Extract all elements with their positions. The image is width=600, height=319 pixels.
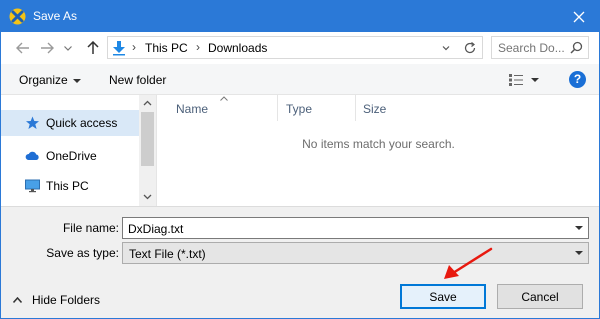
downloads-folder-icon — [113, 41, 125, 56]
nav-item-label: This PC — [46, 179, 89, 193]
chevron-up-icon — [13, 297, 22, 303]
breadcrumb-downloads[interactable]: Downloads — [208, 41, 267, 55]
chevron-down-icon[interactable] — [143, 192, 152, 201]
close-icon — [573, 11, 585, 22]
command-bar: Organize New folder ? — [1, 64, 599, 95]
vertical-scrollbar[interactable] — [139, 95, 156, 206]
column-header-label: Name — [176, 102, 209, 116]
save-as-dialog: Save As › This PC › Downloads Search Do.… — [0, 0, 600, 319]
cloud-icon — [25, 151, 39, 160]
details-view-icon[interactable] — [509, 74, 523, 86]
column-header-label: Size — [363, 102, 387, 116]
nav-item-onedrive[interactable]: OneDrive — [1, 143, 139, 169]
navigation-pane: Quick access OneDrive This PC — [1, 95, 157, 206]
nav-item-quick-access[interactable]: Quick access — [1, 110, 139, 136]
refresh-icon[interactable] — [463, 41, 477, 55]
savetype-label: Save as type: — [46, 246, 119, 260]
filename-field[interactable] — [128, 221, 568, 236]
new-folder-label: New folder — [109, 73, 167, 87]
breadcrumb-this-pc[interactable]: This PC — [145, 41, 188, 55]
search-icon[interactable] — [570, 41, 583, 54]
organize-label: Organize — [19, 73, 68, 87]
title-bar: Save As — [1, 1, 599, 32]
cancel-button[interactable]: Cancel — [497, 284, 583, 309]
scrollbar-thumb[interactable] — [141, 112, 154, 166]
empty-message: No items match your search. — [302, 137, 455, 151]
arrow-up-icon — [87, 41, 99, 54]
chevron-down-icon — [72, 78, 81, 83]
monitor-icon — [25, 179, 40, 193]
address-bar[interactable]: › This PC › Downloads — [107, 36, 483, 59]
nav-item-this-pc[interactable]: This PC — [1, 173, 139, 199]
back-button[interactable] — [15, 40, 31, 56]
chevron-down-icon[interactable] — [440, 42, 452, 54]
new-folder-button[interactable]: New folder — [109, 73, 166, 87]
navigation-bar: › This PC › Downloads — [1, 32, 599, 64]
chevron-down-icon — [575, 251, 583, 255]
search-box[interactable] — [491, 36, 589, 59]
save-button[interactable]: Save — [400, 284, 486, 309]
arrow-right-icon — [41, 42, 54, 54]
arrow-left-icon — [16, 42, 29, 54]
breadcrumb-separator: › — [132, 40, 136, 54]
column-header-size[interactable]: Size — [356, 95, 416, 121]
column-header-name[interactable]: Name — [158, 95, 278, 121]
view-options-dropdown[interactable] — [531, 78, 539, 82]
star-icon — [26, 116, 39, 129]
savetype-select[interactable]: Text File (*.txt) — [122, 242, 589, 264]
up-button[interactable] — [85, 40, 101, 56]
hide-folders-label: Hide Folders — [32, 293, 101, 307]
savetype-value: Text File (*.txt) — [129, 247, 206, 261]
nav-item-label: Quick access — [46, 116, 118, 130]
file-list: Name Type Size No items match your searc… — [158, 95, 599, 206]
dxdiag-icon — [9, 8, 26, 25]
column-header-label: Type — [286, 102, 313, 116]
close-button[interactable] — [559, 1, 599, 32]
chevron-down-icon — [64, 45, 72, 51]
window-title: Save As — [33, 9, 78, 23]
filename-combobox[interactable] — [122, 217, 589, 239]
organize-menu[interactable]: Organize — [19, 73, 81, 87]
sort-ascending-icon — [220, 96, 228, 101]
help-button[interactable]: ? — [569, 71, 586, 88]
chevron-up-icon[interactable] — [143, 99, 152, 108]
save-form: File name: Save as type: Text File (*.tx… — [1, 206, 599, 318]
chevron-down-icon[interactable] — [575, 226, 583, 230]
filename-label: File name: — [62, 221, 119, 235]
forward-button[interactable] — [39, 40, 55, 56]
breadcrumb-separator: › — [196, 40, 200, 54]
search-input[interactable] — [498, 40, 568, 55]
recent-locations-button[interactable] — [63, 40, 73, 56]
nav-item-label: OneDrive — [46, 149, 97, 163]
column-header-type[interactable]: Type — [278, 95, 356, 121]
